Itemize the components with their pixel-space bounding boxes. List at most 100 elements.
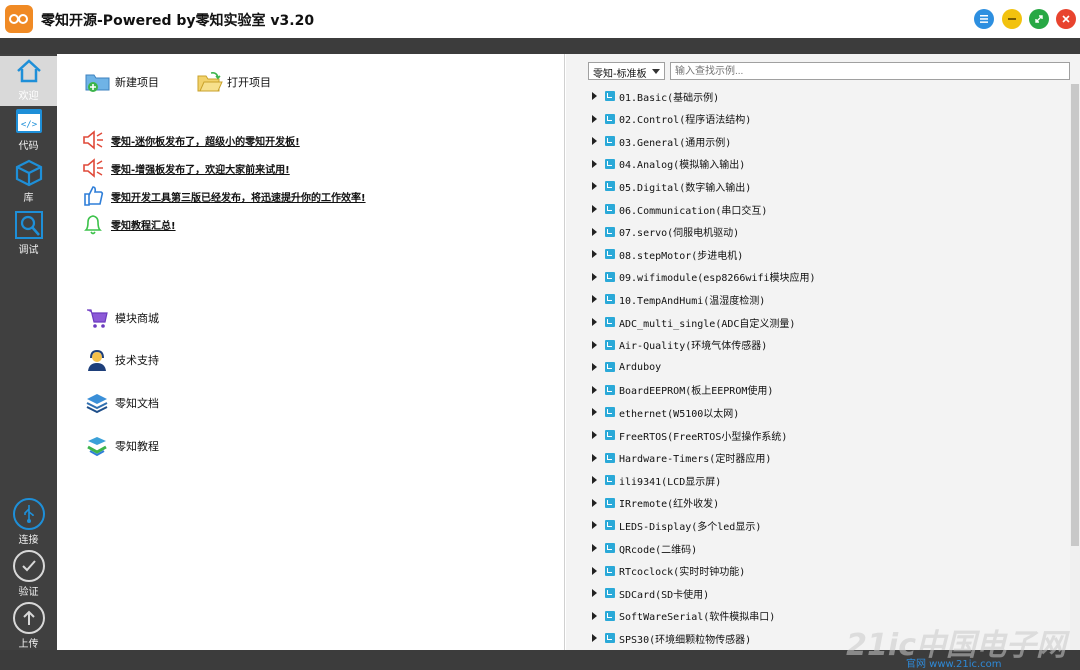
example-folder-icon — [605, 543, 615, 553]
example-tree-item[interactable]: Hardware-Timers(定时器应用) — [592, 448, 771, 468]
example-tree-item[interactable]: 04.Analog(模拟输入输出) — [592, 154, 745, 174]
expand-arrow-icon[interactable] — [592, 408, 597, 417]
tech-support-link[interactable]: 技术支持 — [85, 348, 159, 372]
example-tree-item[interactable]: SPS30(环境细颗粒物传感器) — [592, 628, 751, 648]
expand-arrow-icon[interactable] — [592, 453, 597, 462]
minimize-button[interactable] — [1002, 9, 1022, 29]
example-tree-item[interactable]: IRremote(红外收发) — [592, 493, 719, 513]
sidebar-item-verify[interactable]: 验证 — [0, 550, 57, 600]
example-tree-item[interactable]: Air-Quality(环境气体传感器) — [592, 335, 767, 355]
board-select[interactable]: 零知-标准板 — [588, 62, 665, 80]
example-tree-item[interactable]: BoardEEPROM(板上EEPROM使用) — [592, 380, 773, 400]
example-tree-item[interactable]: 03.General(通用示例) — [592, 131, 731, 151]
example-tree-item[interactable]: 01.Basic(基础示例) — [592, 86, 719, 106]
expand-arrow-icon[interactable] — [592, 272, 597, 281]
expand-arrow-icon[interactable] — [592, 566, 597, 575]
example-folder-icon — [605, 520, 615, 531]
expand-arrow-icon[interactable] — [592, 521, 597, 530]
example-tree-item[interactable]: 06.Communication(串口交互) — [592, 199, 767, 219]
usb-icon — [12, 498, 45, 530]
example-tree-item[interactable]: 10.TempAndHumi(温湿度检测) — [592, 289, 765, 309]
code-icon: </> — [14, 106, 44, 136]
example-label: Air-Quality(环境气体传感器) — [619, 341, 768, 353]
expand-arrow-icon[interactable] — [592, 544, 597, 552]
expand-arrow-icon[interactable] — [592, 634, 597, 643]
expand-arrow-icon[interactable] — [592, 295, 597, 304]
news-link[interactable]: 零知-增强板发布了，欢迎大家前来试用! — [81, 156, 290, 180]
example-tree-item[interactable]: 08.stepMotor(步进电机) — [592, 244, 743, 264]
example-label: RTcoclock(实时时钟功能) — [619, 567, 746, 579]
tutorial-link[interactable]: 零知教程 — [85, 434, 159, 458]
news-link[interactable]: 零知-迷你板发布了，超级小的零知开发板! — [81, 128, 300, 152]
expand-arrow-icon[interactable] — [592, 611, 597, 620]
example-label: 07.servo(伺服电机驱动) — [619, 228, 740, 240]
expand-arrow-icon[interactable] — [592, 137, 597, 146]
expand-arrow-icon[interactable] — [592, 363, 597, 372]
example-label: 08.stepMotor(步进电机) — [619, 250, 744, 262]
example-folder-icon — [605, 475, 615, 486]
expand-arrow-icon[interactable] — [592, 318, 597, 326]
maximize-button[interactable] — [1029, 9, 1049, 29]
left-sidebar: 欢迎 </> 代码 库 调试 连接 验证 上传 — [0, 54, 57, 650]
example-search-input[interactable] — [670, 62, 1070, 80]
expand-arrow-icon[interactable] — [592, 227, 597, 236]
expand-arrow-icon[interactable] — [592, 159, 597, 168]
news-text: 零知-增强板发布了，欢迎大家前来试用! — [111, 164, 290, 176]
new-project-label: 新建项目 — [115, 76, 159, 89]
example-tree-item[interactable]: 02.Control(程序语法结构) — [592, 109, 751, 129]
news-link[interactable]: 零知开发工具第三版已经发布，将迅速提升你的工作效率! — [81, 184, 366, 208]
example-tree-item[interactable]: LEDS-Display(多个led显示) — [592, 515, 761, 535]
expand-arrow-icon[interactable] — [592, 476, 597, 485]
scrollbar-thumb[interactable] — [1071, 84, 1079, 546]
example-folder-icon — [605, 113, 615, 124]
example-label: ADC_multi_single(ADC自定义测量) — [619, 318, 796, 330]
sidebar-item-welcome[interactable]: 欢迎 — [0, 56, 57, 106]
layers-icon — [85, 391, 109, 415]
minimize-icon — [1008, 18, 1016, 20]
chevron-down-icon — [652, 69, 660, 74]
sidebar-item-debug[interactable]: 调试 — [0, 210, 57, 260]
example-tree-item[interactable]: ADC_multi_single(ADC自定义测量) — [592, 312, 795, 332]
example-label: 04.Analog(模拟输入输出) — [619, 160, 746, 172]
example-tree-item[interactable]: 07.servo(伺服电机驱动) — [592, 222, 739, 242]
example-label: SPS30(环境细颗粒物传感器) — [619, 634, 752, 646]
news-link[interactable]: 零知教程汇总! — [81, 212, 176, 236]
expand-arrow-icon[interactable] — [592, 92, 597, 100]
expand-arrow-icon[interactable] — [592, 340, 597, 349]
menu-button[interactable] — [974, 9, 994, 29]
expand-arrow-icon[interactable] — [592, 114, 597, 123]
vertical-scrollbar[interactable] — [1070, 84, 1080, 650]
example-tree-item[interactable]: 05.Digital(数字输入输出) — [592, 176, 751, 196]
app-window: 零知开源-Powered by零知实验室 v3.20 欢迎 </> 代码 库 调… — [0, 0, 1080, 670]
news-text: 零知教程汇总! — [111, 220, 176, 232]
sidebar-item-upload[interactable]: 上传 — [0, 602, 57, 652]
close-button[interactable] — [1056, 9, 1076, 29]
docs-link[interactable]: 零知文档 — [85, 391, 159, 415]
new-project-button[interactable]: 新建项目 — [85, 70, 159, 94]
example-label: IRremote(红外收发) — [619, 499, 720, 511]
example-folder-icon — [605, 565, 615, 576]
sidebar-item-connect[interactable]: 连接 — [0, 498, 57, 548]
example-tree-item[interactable]: FreeRTOS(FreeRTOS小型操作系统) — [592, 425, 787, 445]
example-tree-item[interactable]: Arduboy — [592, 357, 661, 377]
expand-arrow-icon[interactable] — [592, 182, 597, 191]
expand-arrow-icon[interactable] — [592, 431, 597, 439]
example-tree-item[interactable]: QRcode(二维码) — [592, 538, 697, 558]
example-tree-item[interactable]: SoftWareSerial(软件模拟串口) — [592, 606, 775, 626]
example-tree-item[interactable]: ethernet(W5100以太网) — [592, 402, 739, 422]
expand-arrow-icon[interactable] — [592, 498, 597, 507]
expand-arrow-icon[interactable] — [592, 250, 597, 259]
example-tree-item[interactable]: 09.wifimodule(esp8266wifi模块应用) — [592, 267, 816, 287]
sidebar-item-code[interactable]: </> 代码 — [0, 106, 57, 156]
header-divider — [0, 38, 1080, 54]
expand-arrow-icon[interactable] — [592, 385, 597, 394]
module-shop-link[interactable]: 模块商城 — [85, 306, 159, 330]
expand-arrow-icon[interactable] — [592, 205, 597, 213]
example-tree-item[interactable]: ili9341(LCD显示屏) — [592, 470, 721, 490]
expand-arrow-icon[interactable] — [592, 589, 597, 598]
example-tree-item[interactable]: SDCard(SD卡使用) — [592, 583, 709, 603]
example-tree-item[interactable]: RTcoclock(实时时钟功能) — [592, 561, 745, 581]
sidebar-item-library[interactable]: 库 — [0, 158, 57, 208]
news-text: 零知开发工具第三版已经发布，将迅速提升你的工作效率! — [111, 192, 366, 204]
open-project-button[interactable]: 打开项目 — [197, 70, 271, 94]
